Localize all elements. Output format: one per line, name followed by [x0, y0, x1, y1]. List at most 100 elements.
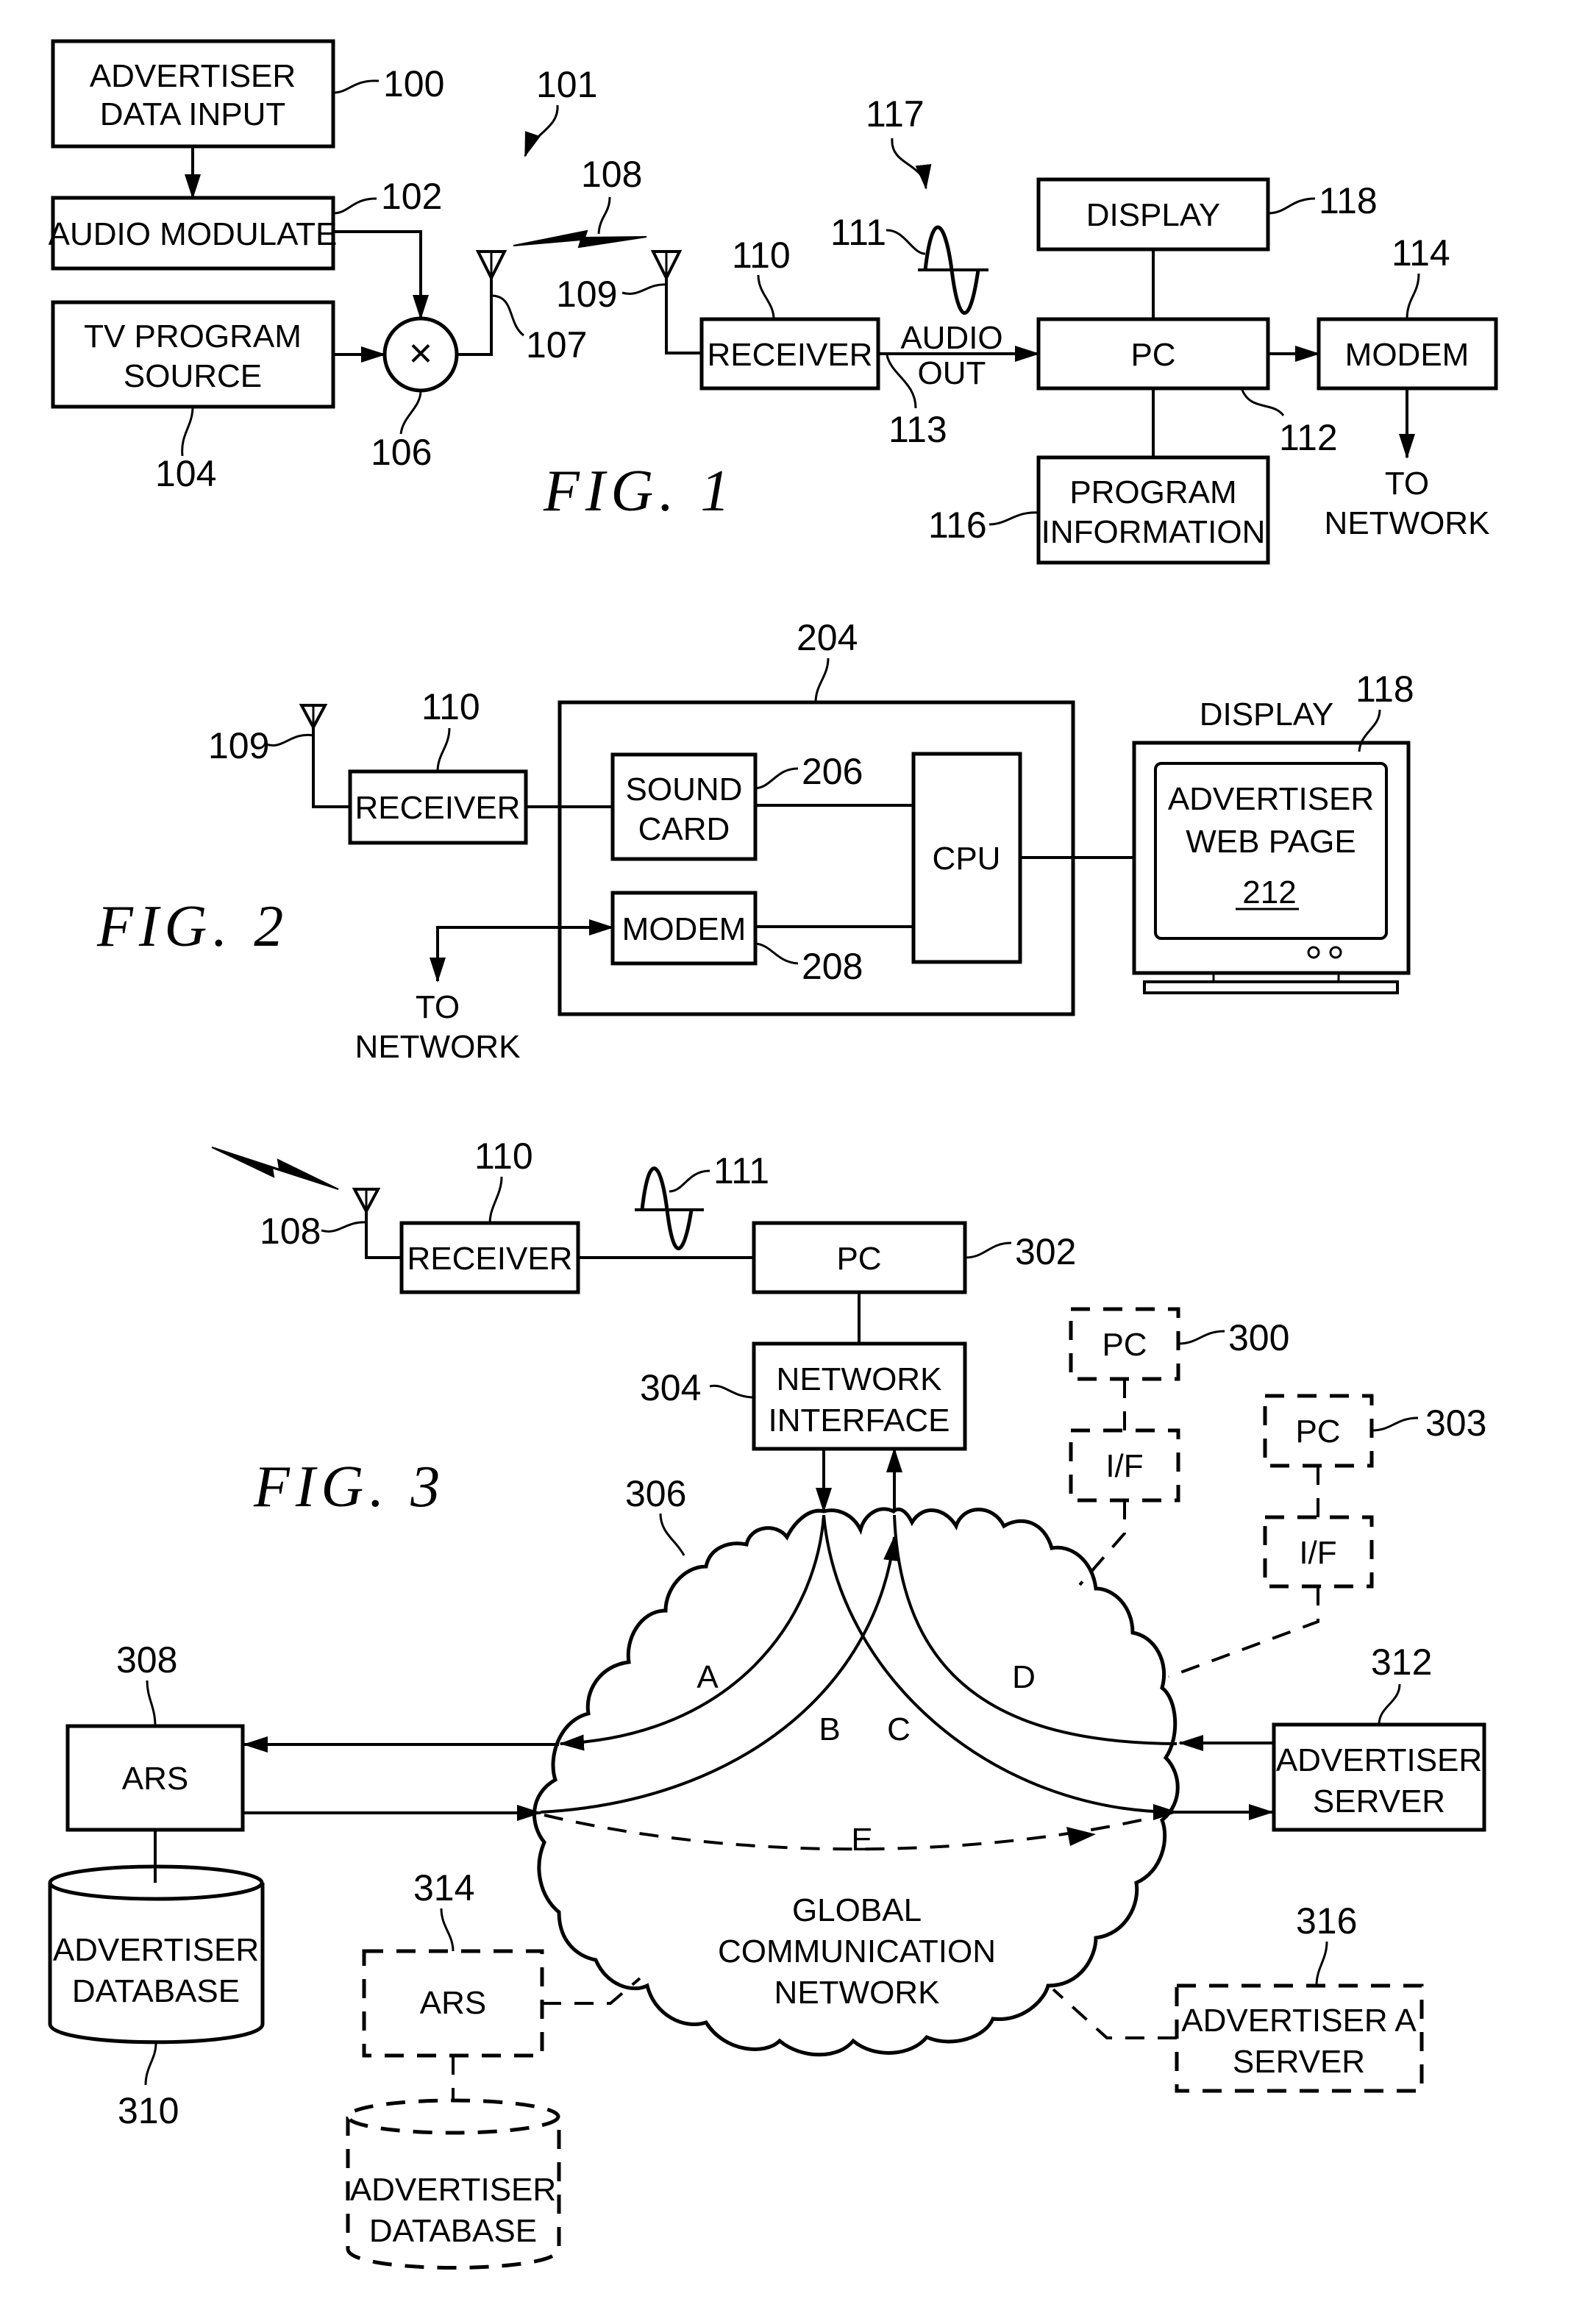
leader-line	[1315, 1941, 1328, 1986]
ref-206: 206	[802, 751, 863, 792]
ref-306: 306	[625, 1473, 686, 1514]
screen-label: ADVERTISER	[1168, 781, 1374, 817]
ref-109: 109	[208, 725, 269, 766]
antenna-icon	[352, 1188, 381, 1215]
database-label: DATABASE	[72, 1973, 240, 2009]
network-interface-block: NETWORK INTERFACE	[752, 1341, 967, 1451]
monitor-icon	[1132, 741, 1411, 994]
to-network-label: NETWORK	[355, 1029, 521, 1065]
ref-314: 314	[413, 1867, 474, 1908]
ref-310: 310	[118, 2090, 179, 2131]
ref-104: 104	[155, 453, 216, 494]
block-label: PC	[1102, 1327, 1147, 1363]
leader-line	[146, 1680, 157, 1727]
leader-line	[332, 197, 377, 215]
antenna-feed	[665, 278, 702, 354]
leader-line	[266, 733, 314, 746]
database-label: ADVERTISER	[350, 2172, 556, 2208]
block-label: PROGRAM	[1069, 474, 1236, 510]
network-label: COMMUNICATION	[718, 1933, 996, 1970]
ref-102: 102	[381, 176, 442, 217]
block-label: I/F	[1299, 1535, 1336, 1571]
block-label: PC	[836, 1241, 881, 1277]
ars-314-network-link	[542, 1977, 641, 2005]
tv-program-source-block: TV PROGRAM SOURCE	[51, 300, 335, 409]
audio-waveform-icon	[918, 225, 988, 315]
multiply-icon: ×	[409, 329, 433, 376]
antenna-feed	[457, 278, 493, 356]
ref-204: 204	[797, 617, 858, 658]
ref-312: 312	[1371, 1642, 1432, 1683]
pc-303-network-link	[1168, 1586, 1319, 1678]
leader-arrow	[891, 138, 932, 190]
advertiser-data-input-block: ADVERTISER DATA INPUT	[51, 39, 335, 149]
block-label: INTERFACE	[769, 1402, 950, 1439]
block-label: DATA INPUT	[100, 96, 286, 132]
leader-line	[488, 1176, 503, 1224]
ref-110: 110	[732, 235, 791, 276]
audio-out-label: OUT	[918, 355, 986, 391]
block-label: MODEM	[1345, 337, 1470, 373]
database-label: ADVERTISER	[53, 1932, 259, 1968]
receiver-block: RECEIVER	[348, 769, 528, 845]
wireless-signal-icon	[211, 1147, 339, 1190]
path-label-a: A	[697, 1659, 719, 1695]
block-label: SOUND	[626, 771, 743, 808]
figure-1: ADVERTISER DATA INPUT 100 AUDIO MODULATE…	[49, 39, 1498, 565]
block-label: I/F	[1105, 1448, 1143, 1484]
block-label: INFORMATION	[1041, 514, 1266, 550]
block-label: TV PROGRAM	[84, 318, 302, 354]
antenna-feed	[365, 1211, 402, 1259]
leader-arrow	[524, 104, 559, 157]
leader-line	[1240, 388, 1285, 416]
leader-line	[669, 1169, 710, 1193]
leader-line	[1406, 273, 1420, 320]
ref-308: 308	[116, 1639, 177, 1680]
display-label: DISPLAY	[1200, 696, 1334, 733]
wireless-signal-icon	[513, 229, 647, 249]
pc-block: PC	[1036, 317, 1270, 391]
path-label-e: E	[851, 1822, 872, 1858]
receiver-block: RECEIVER	[399, 1221, 580, 1294]
path-label-c: C	[887, 1711, 911, 1747]
leader-line	[659, 1513, 685, 1556]
network-label: NETWORK	[774, 1975, 940, 2011]
leader-line	[709, 1384, 755, 1399]
leader-line	[491, 294, 524, 337]
pc-302-block: PC	[752, 1221, 967, 1294]
figure-1-title: FIG. 1	[543, 459, 735, 524]
ref-118: 118	[1356, 669, 1414, 710]
ref-117: 117	[866, 93, 925, 135]
ref-101: 101	[536, 64, 597, 105]
antenna-icon	[299, 704, 328, 731]
leader-line	[1378, 1683, 1401, 1725]
display-block: DISPLAY	[1036, 177, 1270, 252]
leader-line	[181, 406, 194, 457]
audio-modulate-block: AUDIO MODULATE	[49, 196, 337, 271]
ref-108: 108	[581, 154, 642, 195]
ref-304: 304	[640, 1367, 701, 1408]
ref-212: 212	[1242, 874, 1296, 910]
advertiser-server-block: ADVERTISER SERVER	[1272, 1722, 1486, 1832]
block-label: CPU	[933, 841, 1001, 877]
block-label: RECEIVER	[407, 1241, 573, 1277]
pc-303-block: PC	[1263, 1394, 1374, 1468]
leader-line	[332, 79, 380, 94]
audio-out-label: AUDIO	[900, 320, 1002, 356]
antenna-icon	[650, 250, 683, 282]
advertiser-a-network-link	[1052, 1988, 1177, 2039]
block-label: RECEIVER	[355, 790, 521, 826]
leader-line	[440, 1908, 455, 1952]
modem-block: MODEM	[610, 891, 758, 966]
ref-100: 100	[383, 63, 444, 104]
pc-300-network-link	[1078, 1500, 1126, 1586]
pc-300-block: PC	[1069, 1307, 1180, 1381]
ref-110: 110	[421, 686, 480, 727]
to-network-label: TO	[416, 989, 460, 1025]
ref-108: 108	[260, 1211, 321, 1252]
ref-106: 106	[371, 432, 432, 473]
network-label: GLOBAL	[792, 1892, 922, 1928]
path-a	[559, 1514, 825, 1751]
ars-308-block: ARS	[65, 1724, 245, 1832]
leader-line	[1267, 197, 1316, 215]
